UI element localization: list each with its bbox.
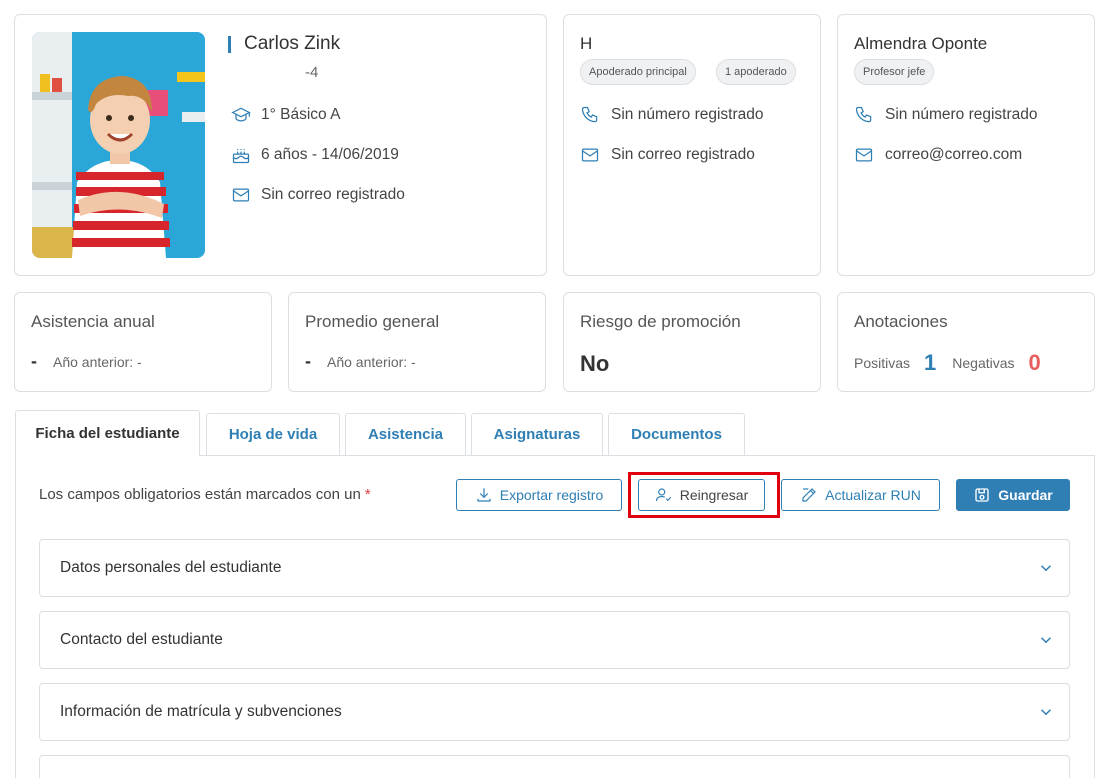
graduation-cap-icon (231, 107, 251, 122)
stat-average-previous: Año anterior: - (327, 353, 416, 370)
teacher-phone-label: Sin número registrado (885, 106, 1038, 123)
tab-asistencia[interactable]: Asistencia (345, 413, 466, 455)
stat-average-title: Promedio general (305, 312, 440, 331)
student-age-label: 6 años - 14/06/2019 (261, 146, 399, 163)
stat-attendance: Asistencia anual - Año anterior: - (14, 292, 272, 392)
required-note-text: Los campos obligatorios están marcados c… (39, 486, 361, 503)
chip-main-guardian: Apoderado principal (580, 59, 696, 85)
teacher-name: Almendra Oponte (854, 34, 988, 53)
save-button[interactable]: Guardar (956, 479, 1070, 511)
teacher-email: correo@correo.com (854, 145, 1022, 165)
student-card: Carlos Zink -4 1° Básico A 6 años - 14/0… (14, 14, 547, 276)
student-photo (32, 32, 205, 258)
annotations-line: Positivas 1 Negativas 0 (854, 350, 1041, 376)
guardian-phone-label: Sin número registrado (611, 106, 764, 123)
teacher-phone: Sin número registrado (854, 105, 1038, 125)
accordion-enrollment-info[interactable]: Información de matrícula y subvenciones (39, 683, 1070, 741)
student-course: 1° Básico A (231, 105, 340, 125)
accordion-enrollment-info-label: Información de matrícula y subvenciones (60, 703, 342, 720)
user-check-icon (655, 488, 671, 502)
tab-documentos[interactable]: Documentos (608, 413, 745, 455)
stat-annotations: Anotaciones Positivas 1 Negativas 0 (837, 292, 1095, 392)
accordion-student-contact-label: Contacto del estudiante (60, 631, 223, 648)
guardian-email-label: Sin correo registrado (611, 146, 755, 163)
save-label: Guardar (998, 487, 1053, 503)
mail-icon (581, 148, 599, 162)
stat-average: Promedio general - Año anterior: - (288, 292, 546, 392)
phone-icon (581, 106, 598, 123)
annotations-negative-count: 0 (1028, 350, 1041, 375)
guardian-card: H Apoderado principal 1 apoderado Sin nú… (563, 14, 821, 276)
export-record-label: Exportar registro (499, 487, 604, 503)
birthday-cake-icon (232, 149, 250, 164)
guardian-name: H (580, 34, 593, 53)
accordion-personal-data[interactable]: Datos personales del estudiante (39, 539, 1070, 597)
student-run: -4 (305, 64, 319, 81)
student-age: 6 años - 14/06/2019 (231, 145, 399, 165)
mail-icon (855, 148, 873, 162)
stat-risk-title: Riesgo de promoción (580, 312, 741, 331)
guardian-phone: Sin número registrado (580, 105, 764, 125)
phone-icon (855, 106, 872, 123)
stat-risk-value: No (580, 351, 610, 376)
reingresar-label: Reingresar (679, 487, 749, 503)
stat-average-value: - (305, 351, 311, 371)
student-course-label: 1° Básico A (261, 106, 341, 123)
required-fields-note: Los campos obligatorios están marcados c… (39, 486, 371, 503)
student-email: Sin correo registrado (231, 185, 405, 205)
stat-attendance-line: - Año anterior: - (31, 351, 142, 372)
chevron-down-icon (1040, 637, 1052, 644)
accordion-next-section[interactable] (39, 755, 1070, 778)
update-run-label: Actualizar RUN (825, 487, 921, 503)
reingresar-button[interactable]: Reingresar (638, 479, 765, 511)
tab-hoja-de-vida[interactable]: Hoja de vida (206, 413, 340, 455)
required-star: * (364, 486, 371, 503)
tab-asignaturas[interactable]: Asignaturas (471, 413, 603, 455)
accordion-personal-data-label: Datos personales del estudiante (60, 559, 282, 576)
mail-icon (232, 188, 250, 202)
edit-icon (802, 488, 816, 502)
annotations-positive-label: Positivas (854, 355, 911, 371)
annotations-positive-count: 1 (924, 350, 937, 375)
chevron-down-icon (1040, 709, 1052, 716)
stat-attendance-previous: Año anterior: - (53, 353, 142, 370)
floppy-disk-icon (975, 488, 989, 502)
tab-ficha-estudiante[interactable]: Ficha del estudiante (15, 410, 200, 456)
download-icon (477, 488, 491, 502)
teacher-card: Almendra Oponte Profesor jefe Sin número… (837, 14, 1095, 276)
export-record-button[interactable]: Exportar registro (456, 479, 622, 511)
student-email-label: Sin correo registrado (261, 186, 405, 203)
stat-annotations-title: Anotaciones (854, 312, 948, 331)
chip-head-teacher: Profesor jefe (854, 59, 935, 85)
update-run-button[interactable]: Actualizar RUN (781, 479, 940, 511)
stat-attendance-title: Asistencia anual (31, 312, 155, 331)
guardian-email: Sin correo registrado (580, 145, 755, 165)
chip-guardian-count: 1 apoderado (716, 59, 796, 85)
student-name: Carlos Zink (228, 33, 340, 55)
annotations-negative-label: Negativas (952, 355, 1015, 371)
stat-attendance-value: - (31, 351, 37, 371)
stat-risk: Riesgo de promoción No (563, 292, 821, 392)
accordion-student-contact[interactable]: Contacto del estudiante (39, 611, 1070, 669)
teacher-email-label: correo@correo.com (885, 146, 1023, 163)
chevron-down-icon (1040, 565, 1052, 572)
stat-average-line: - Año anterior: - (305, 351, 416, 372)
